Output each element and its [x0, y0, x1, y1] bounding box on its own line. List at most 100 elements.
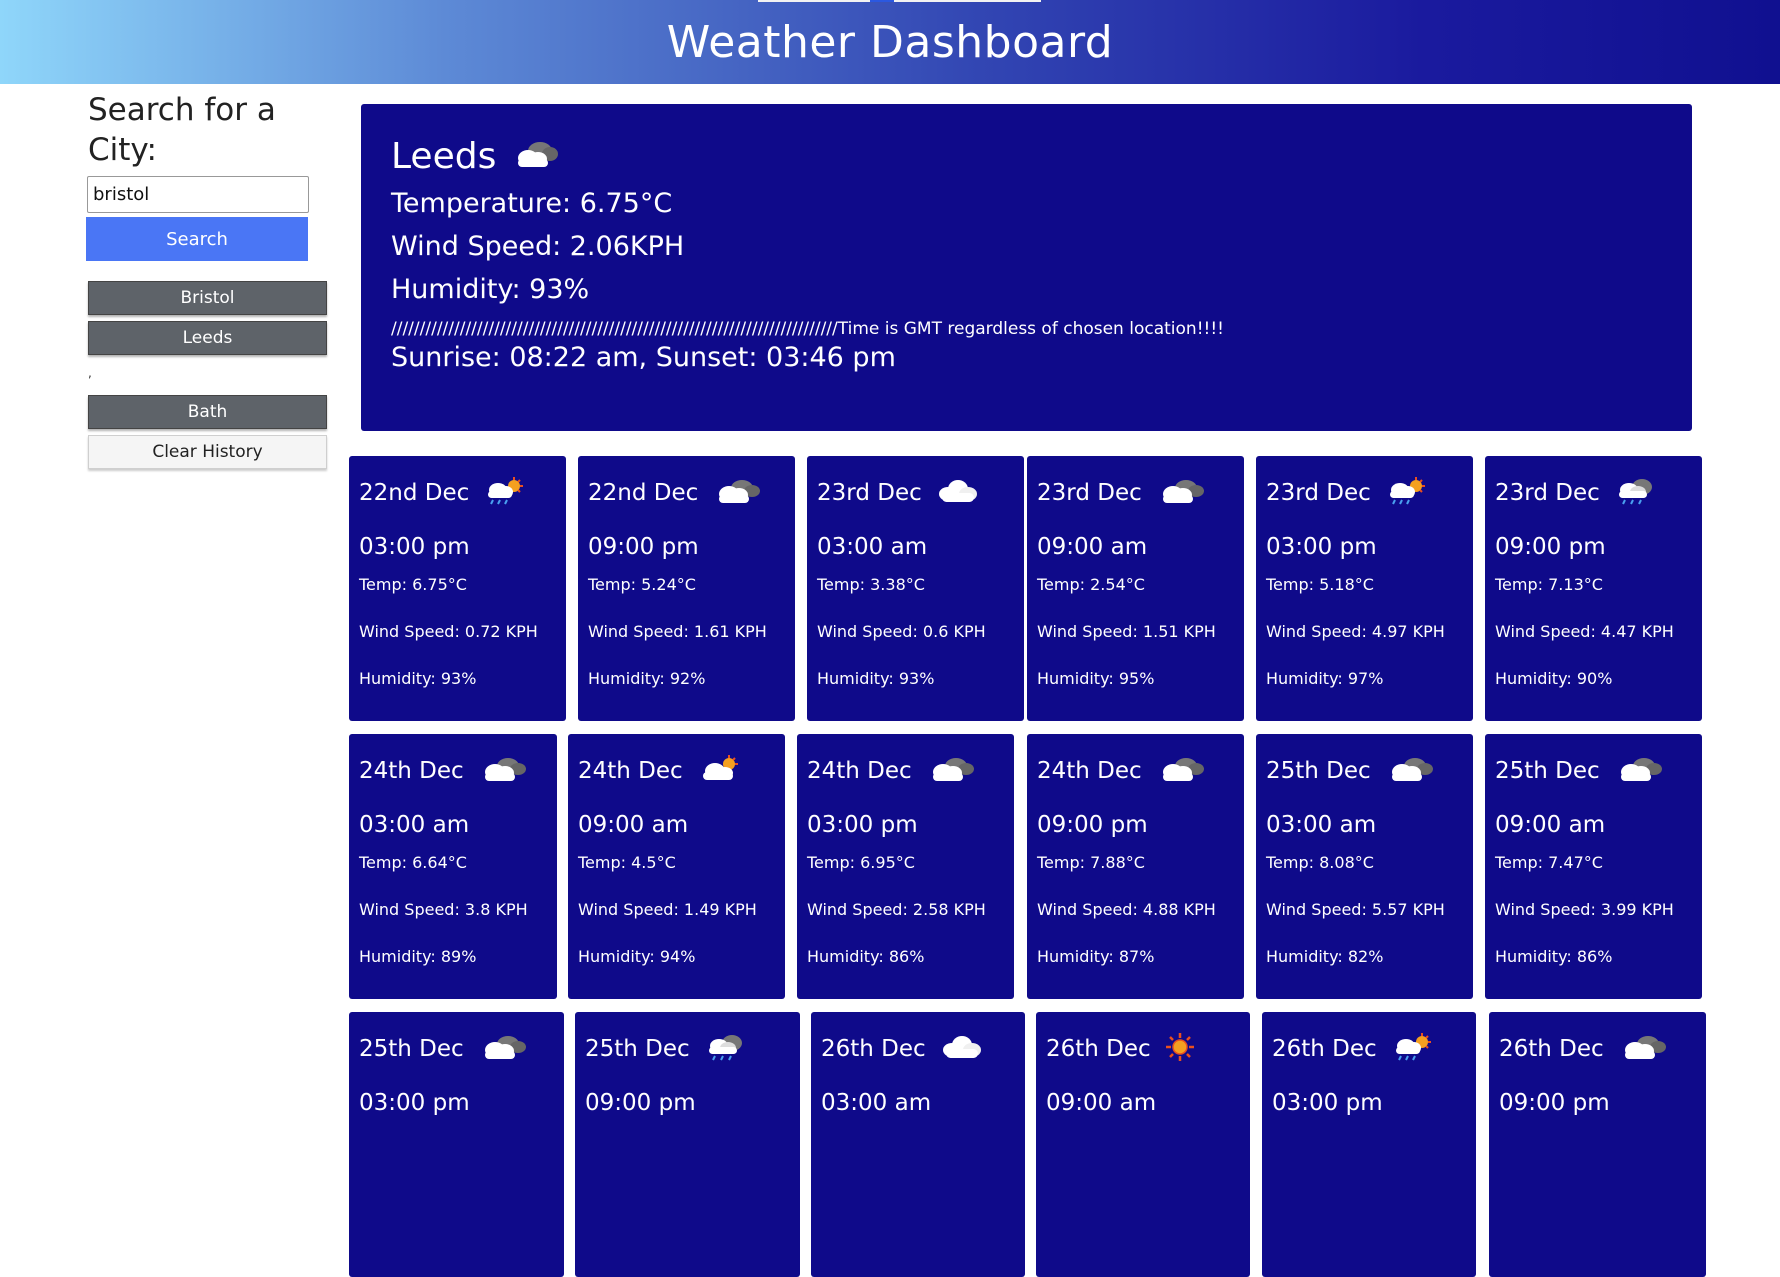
forecast-wind: Wind Speed: 1.49 KPH	[578, 900, 757, 919]
forecast-wind: Wind Speed: 0.6 KPH	[817, 622, 986, 641]
forecast-card: 25th Dec 09:00 pm	[575, 1012, 800, 1277]
forecast-card: 26th Dec 09:00 pm	[1489, 1012, 1706, 1277]
forecast-wind: Wind Speed: 0.72 KPH	[359, 622, 538, 641]
forecast-wind: Wind Speed: 2.58 KPH	[807, 900, 986, 919]
forecast-humidity: Humidity: 89%	[359, 947, 477, 966]
forecast-humidity: Humidity: 94%	[578, 947, 696, 966]
forecast-time: 09:00 am	[1495, 812, 1606, 838]
cloud-overcast-icon	[1156, 755, 1206, 787]
forecast-temp: Temp: 2.54°C	[1037, 575, 1145, 594]
forecast-wind: Wind Speed: 1.61 KPH	[588, 622, 767, 641]
forecast-humidity: Humidity: 95%	[1037, 669, 1155, 688]
forecast-time: 09:00 pm	[585, 1090, 696, 1116]
current-humidity: Humidity: 93%	[391, 274, 590, 305]
forecast-date: 25th Dec	[359, 1036, 464, 1062]
forecast-time: 09:00 am	[578, 812, 689, 838]
header: Weather Dashboard	[0, 0, 1780, 84]
cloud-overcast-icon	[926, 755, 976, 787]
history-button-bath[interactable]: Bath	[88, 395, 327, 429]
forecast-humidity: Humidity: 92%	[588, 669, 706, 688]
forecast-time: 09:00 pm	[1499, 1090, 1610, 1116]
forecast-time: 03:00 am	[821, 1090, 932, 1116]
sun-rain-icon	[1391, 1032, 1435, 1066]
forecast-date: 23rd Dec	[817, 480, 922, 506]
clear-history-button[interactable]: Clear History	[88, 435, 327, 469]
forecast-card: 23rd Dec 09:00 pm Temp: 7.13°C Wind Speed: …	[1485, 456, 1702, 721]
forecast-card: 22nd Dec 09:00 pm Temp: 5.24°C Wind Speed: …	[578, 456, 795, 721]
forecast-temp: Temp: 7.13°C	[1495, 575, 1603, 594]
cloud-sun-icon	[697, 755, 741, 787]
forecast-wind: Wind Speed: 3.99 KPH	[1495, 900, 1674, 919]
forecast-humidity: Humidity: 87%	[1037, 947, 1155, 966]
cloud-overcast-icon	[1156, 477, 1206, 509]
forecast-time: 03:00 pm	[359, 1090, 470, 1116]
stray-mark: ,	[88, 366, 92, 380]
cloud-overcast-icon	[478, 755, 528, 787]
forecast-date: 25th Dec	[585, 1036, 690, 1062]
forecast-temp: Temp: 8.08°C	[1266, 853, 1374, 872]
cloud-overcast-icon	[510, 139, 560, 173]
forecast-date: 25th Dec	[1495, 758, 1600, 784]
current-temperature: Temperature: 6.75°C	[391, 188, 673, 219]
cloud-overcast-icon	[1385, 755, 1435, 787]
forecast-humidity: Humidity: 82%	[1266, 947, 1384, 966]
forecast-time: 03:00 pm	[1272, 1090, 1383, 1116]
forecast-date: 25th Dec	[1266, 758, 1371, 784]
search-input[interactable]	[87, 176, 309, 213]
forecast-wind: Wind Speed: 4.88 KPH	[1037, 900, 1216, 919]
forecast-card: 26th Dec 09:00 am	[1036, 1012, 1250, 1277]
forecast-time: 09:00 am	[1037, 534, 1148, 560]
forecast-card: 22nd Dec 03:00 pm Temp: 6.75°C Wind Speed: …	[349, 456, 566, 721]
forecast-humidity: Humidity: 93%	[359, 669, 477, 688]
forecast-date: 24th Dec	[807, 758, 912, 784]
cloud-overcast-icon	[1618, 1033, 1668, 1065]
sun-rain-icon	[1385, 476, 1429, 510]
forecast-date: 23rd Dec	[1266, 480, 1371, 506]
forecast-time: 03:00 am	[1266, 812, 1377, 838]
forecast-date: 24th Dec	[1037, 758, 1142, 784]
forecast-date: 24th Dec	[578, 758, 683, 784]
cloud-overcast-icon	[478, 1033, 528, 1065]
forecast-card: 24th Dec 09:00 am Temp: 4.5°C Wind Speed: 1…	[568, 734, 785, 999]
search-label: Search for a City:	[88, 92, 276, 168]
forecast-wind: Wind Speed: 4.97 KPH	[1266, 622, 1445, 641]
current-wind: Wind Speed: 2.06KPH	[391, 231, 685, 262]
forecast-humidity: Humidity: 97%	[1266, 669, 1384, 688]
current-city: Leeds	[391, 135, 497, 177]
forecast-time: 09:00 am	[1046, 1090, 1157, 1116]
forecast-date: 23rd Dec	[1037, 480, 1142, 506]
forecast-time: 03:00 pm	[359, 534, 470, 560]
forecast-humidity: Humidity: 86%	[1495, 947, 1613, 966]
forecast-date: 24th Dec	[359, 758, 464, 784]
forecast-temp: Temp: 7.47°C	[1495, 853, 1603, 872]
forecast-temp: Temp: 7.88°C	[1037, 853, 1145, 872]
sidebar: Search for a City: Search Bristol Leeds …	[86, 90, 330, 469]
forecast-temp: Temp: 6.75°C	[359, 575, 467, 594]
top-scroll-indicator	[758, 0, 1041, 2]
history-button-leeds[interactable]: Leeds	[88, 321, 327, 355]
forecast-date: 23rd Dec	[1495, 480, 1600, 506]
forecast-date: 26th Dec	[1499, 1036, 1604, 1062]
cloud-rain-icon	[1614, 476, 1658, 510]
forecast-time: 03:00 am	[817, 534, 928, 560]
forecast-card: 23rd Dec 03:00 pm Temp: 5.18°C Wind Speed: …	[1256, 456, 1473, 721]
sun-rain-icon	[483, 476, 527, 510]
forecast-date: 22nd Dec	[588, 480, 699, 506]
forecast-time: 03:00 am	[359, 812, 470, 838]
forecast-time: 09:00 pm	[1495, 534, 1606, 560]
search-button[interactable]: Search	[86, 217, 308, 261]
forecast-time: 03:00 pm	[1266, 534, 1377, 560]
forecast-temp: Temp: 5.18°C	[1266, 575, 1374, 594]
cloud-overcast-icon	[1614, 755, 1664, 787]
history-button-bristol[interactable]: Bristol	[88, 281, 327, 315]
forecast-card: 24th Dec 09:00 pm Temp: 7.88°C Wind Speed: …	[1027, 734, 1244, 999]
search-history: Bristol Leeds , Bath Clear History	[86, 281, 330, 469]
forecast-card: 25th Dec 03:00 pm	[349, 1012, 564, 1277]
forecast-wind: Wind Speed: 1.51 KPH	[1037, 622, 1216, 641]
forecast-date: 26th Dec	[1046, 1036, 1151, 1062]
forecast-wind: Wind Speed: 5.57 KPH	[1266, 900, 1445, 919]
cloud-rain-icon	[704, 1032, 748, 1066]
forecast-time: 09:00 pm	[588, 534, 699, 560]
forecast-card: 24th Dec 03:00 pm Temp: 6.95°C Wind Speed: …	[797, 734, 1014, 999]
cloud-overcast-icon	[712, 477, 762, 509]
